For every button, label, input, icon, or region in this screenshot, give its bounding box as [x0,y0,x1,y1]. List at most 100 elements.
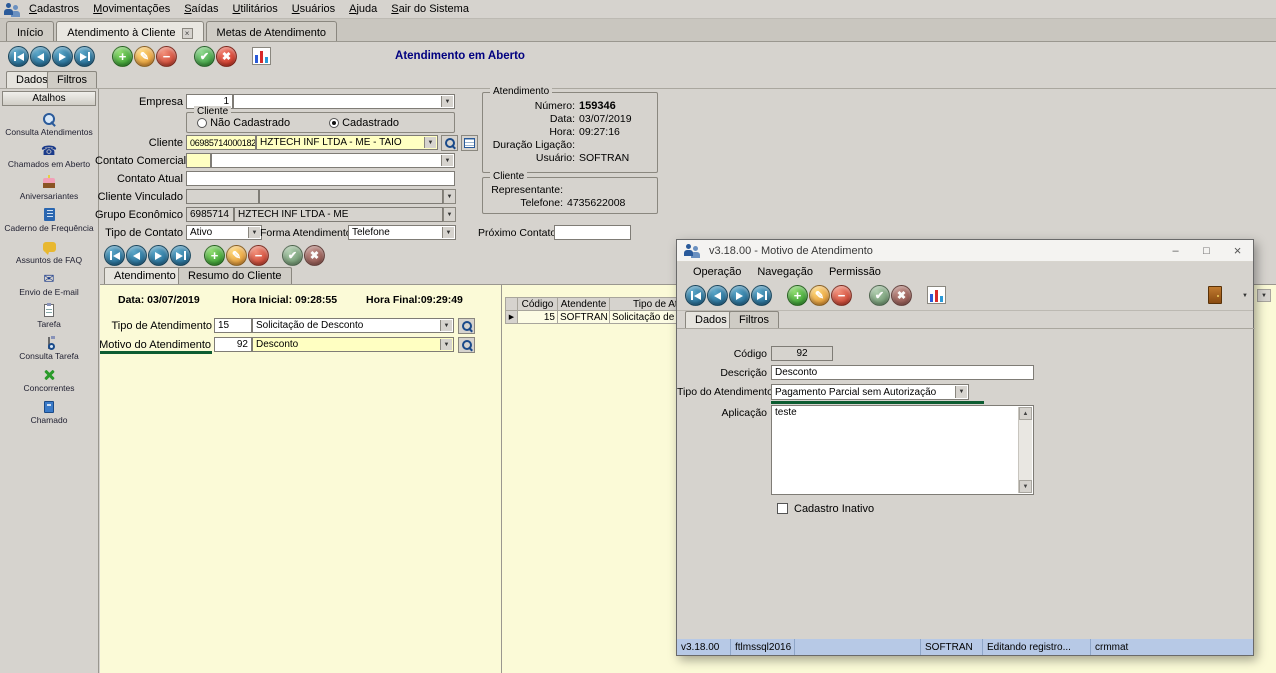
delete-button[interactable]: − [156,46,177,67]
radio-nao-cadastrado[interactable]: Não Cadastrado [197,117,290,129]
motivo-atendimento-code-input[interactable]: 92 [214,337,252,352]
add-button[interactable]: + [112,46,133,67]
dialog-next-record-button[interactable] [729,285,750,306]
contato-comercial-code-input[interactable] [186,153,211,168]
chevron-down-icon[interactable]: ▼ [248,227,260,238]
previous-record-button[interactable] [30,46,51,67]
sidebar-item-tarefa[interactable]: Tarefa [0,300,98,332]
grid-column-atendente[interactable]: Atendente [557,297,610,311]
menu-usuarios[interactable]: Usuários [285,1,342,17]
cancel-button[interactable]: ✖ [216,46,237,67]
chevron-down-icon[interactable]: ▼ [442,227,454,238]
cadastro-inativo-checkbox[interactable] [777,503,788,514]
tab-filtros[interactable]: Filtros [47,71,97,88]
last-record-button[interactable] [74,46,95,67]
aplicacao-textarea[interactable]: teste ▲ ▼ [771,405,1034,495]
chevron-down-icon[interactable]: ▼ [443,189,456,204]
dialog-add-button[interactable]: + [787,285,808,306]
search-cliente-button[interactable] [441,135,458,151]
cliente-name-combo[interactable]: HZTECH INF LTDA - ME - TAIO▼ [256,135,438,150]
sidebar-item-consulta-atendimentos[interactable]: Consulta Atendimentos [0,108,98,140]
detail-next-record-button[interactable] [148,245,169,266]
menu-sair[interactable]: Sair do Sistema [384,1,476,17]
detail-delete-button[interactable]: − [248,245,269,266]
menu-cadastros[interactable]: Cadastros [22,1,86,17]
first-record-button[interactable] [8,46,29,67]
dialog-delete-button[interactable]: − [831,285,852,306]
chevron-down-icon[interactable]: ▼ [440,320,452,331]
chevron-down-icon[interactable]: ▼ [955,386,967,398]
cliente-vinculado-code-input[interactable] [186,189,259,204]
menu-movimentacoes[interactable]: Movimentações [86,1,177,17]
toolbar-overflow-icon[interactable]: ▼ [1239,288,1251,304]
minimize-icon[interactable]: – [1160,240,1191,261]
contato-atual-input[interactable] [186,171,455,186]
tab-atendimento-cliente[interactable]: Atendimento à Cliente × [56,21,203,41]
search-motivo-atendimento-button[interactable] [458,337,475,353]
chevron-down-icon[interactable]: ▼ [441,96,453,107]
detail-add-button[interactable]: + [204,245,225,266]
empresa-combo[interactable]: ▼ [233,94,455,109]
proximo-contato-input[interactable] [554,225,631,240]
sidebar-item-consulta-tarefa[interactable]: Consulta Tarefa [0,332,98,364]
menu-saidas[interactable]: Saídas [177,1,225,17]
toolbar-overflow-icon[interactable]: ▼ [1257,289,1271,302]
dialog-cancel-button[interactable]: ✖ [891,285,912,306]
forma-atendimento-combo[interactable]: Telefone▼ [348,225,456,240]
scroll-down-icon[interactable]: ▼ [1019,480,1032,493]
confirm-button[interactable]: ✔ [194,46,215,67]
sidebar-item-envio-email[interactable]: ✉ Envio de E-mail [0,268,98,300]
tab-metas-atendimento[interactable]: Metas de Atendimento [206,21,337,41]
chart-icon[interactable] [927,286,946,304]
menu-permissao[interactable]: Permissão [821,264,889,280]
cliente-list-button[interactable] [461,135,478,151]
contato-comercial-combo[interactable]: ▼ [211,153,455,168]
chevron-down-icon[interactable]: ▼ [441,155,453,166]
cliente-vinculado-name-input[interactable] [259,189,443,204]
dialog-tab-filtros[interactable]: Filtros [729,311,779,328]
radio-cadastrado[interactable]: Cadastrado [329,117,399,129]
chevron-down-icon[interactable]: ▼ [424,137,436,148]
search-tipo-atendimento-button[interactable] [458,318,475,334]
motivo-atendimento-combo[interactable]: Desconto▼ [252,337,454,352]
chevron-down-icon[interactable]: ▼ [443,207,456,222]
dialog-edit-button[interactable]: ✎ [809,285,830,306]
sidebar-item-chamado[interactable]: Chamado [0,396,98,428]
detail-confirm-button[interactable]: ✔ [282,245,303,266]
chart-icon[interactable] [252,47,271,65]
tipo-atendimento-combo[interactable]: Solicitação de Desconto▼ [252,318,454,333]
maximize-icon[interactable]: □ [1191,240,1222,261]
detail-last-record-button[interactable] [170,245,191,266]
menu-operacao[interactable]: Operação [685,264,749,280]
sidebar-item-concorrentes[interactable]: Concorrentes [0,364,98,396]
chevron-down-icon[interactable]: ▼ [440,339,452,350]
sidebar-item-aniversariantes[interactable]: Aniversariantes [0,172,98,204]
tipo-contato-combo[interactable]: Ativo▼ [186,225,262,240]
grid-column-codigo[interactable]: Código [517,297,558,311]
cliente-code-input[interactable]: 06985714000182 [186,135,256,150]
tipo-do-atendimento-combo[interactable]: Pagamento Parcial sem Autorização▼ [771,384,969,400]
next-record-button[interactable] [52,46,73,67]
dialog-first-record-button[interactable] [685,285,706,306]
menu-ajuda[interactable]: Ajuda [342,1,384,17]
exit-icon[interactable] [1208,286,1222,304]
close-icon[interactable]: × [1222,240,1253,261]
detail-previous-record-button[interactable] [126,245,147,266]
detail-edit-button[interactable]: ✎ [226,245,247,266]
tab-inicio[interactable]: Início [6,21,54,41]
detail-cancel-button[interactable]: ✖ [304,245,325,266]
edit-button[interactable]: ✎ [134,46,155,67]
grupo-economico-name-input[interactable]: HZTECH INF LTDA - ME [234,207,443,222]
detail-first-record-button[interactable] [104,245,125,266]
descricao-input[interactable]: Desconto [771,365,1034,380]
dialog-last-record-button[interactable] [751,285,772,306]
scroll-up-icon[interactable]: ▲ [1019,407,1032,420]
dialog-titlebar[interactable]: v3.18.00 - Motivo de Atendimento – □ × [677,240,1253,262]
menu-utilitarios[interactable]: Utilitários [225,1,284,17]
sidebar-item-assuntos-faq[interactable]: Assuntos de FAQ [0,236,98,268]
scrollbar[interactable]: ▲ ▼ [1018,407,1032,493]
dialog-previous-record-button[interactable] [707,285,728,306]
tab-resumo-cliente[interactable]: Resumo do Cliente [178,267,292,284]
tab-atendimento[interactable]: Atendimento [104,267,186,284]
sidebar-item-caderno-frequencia[interactable]: Caderno de Frequência [0,204,98,236]
